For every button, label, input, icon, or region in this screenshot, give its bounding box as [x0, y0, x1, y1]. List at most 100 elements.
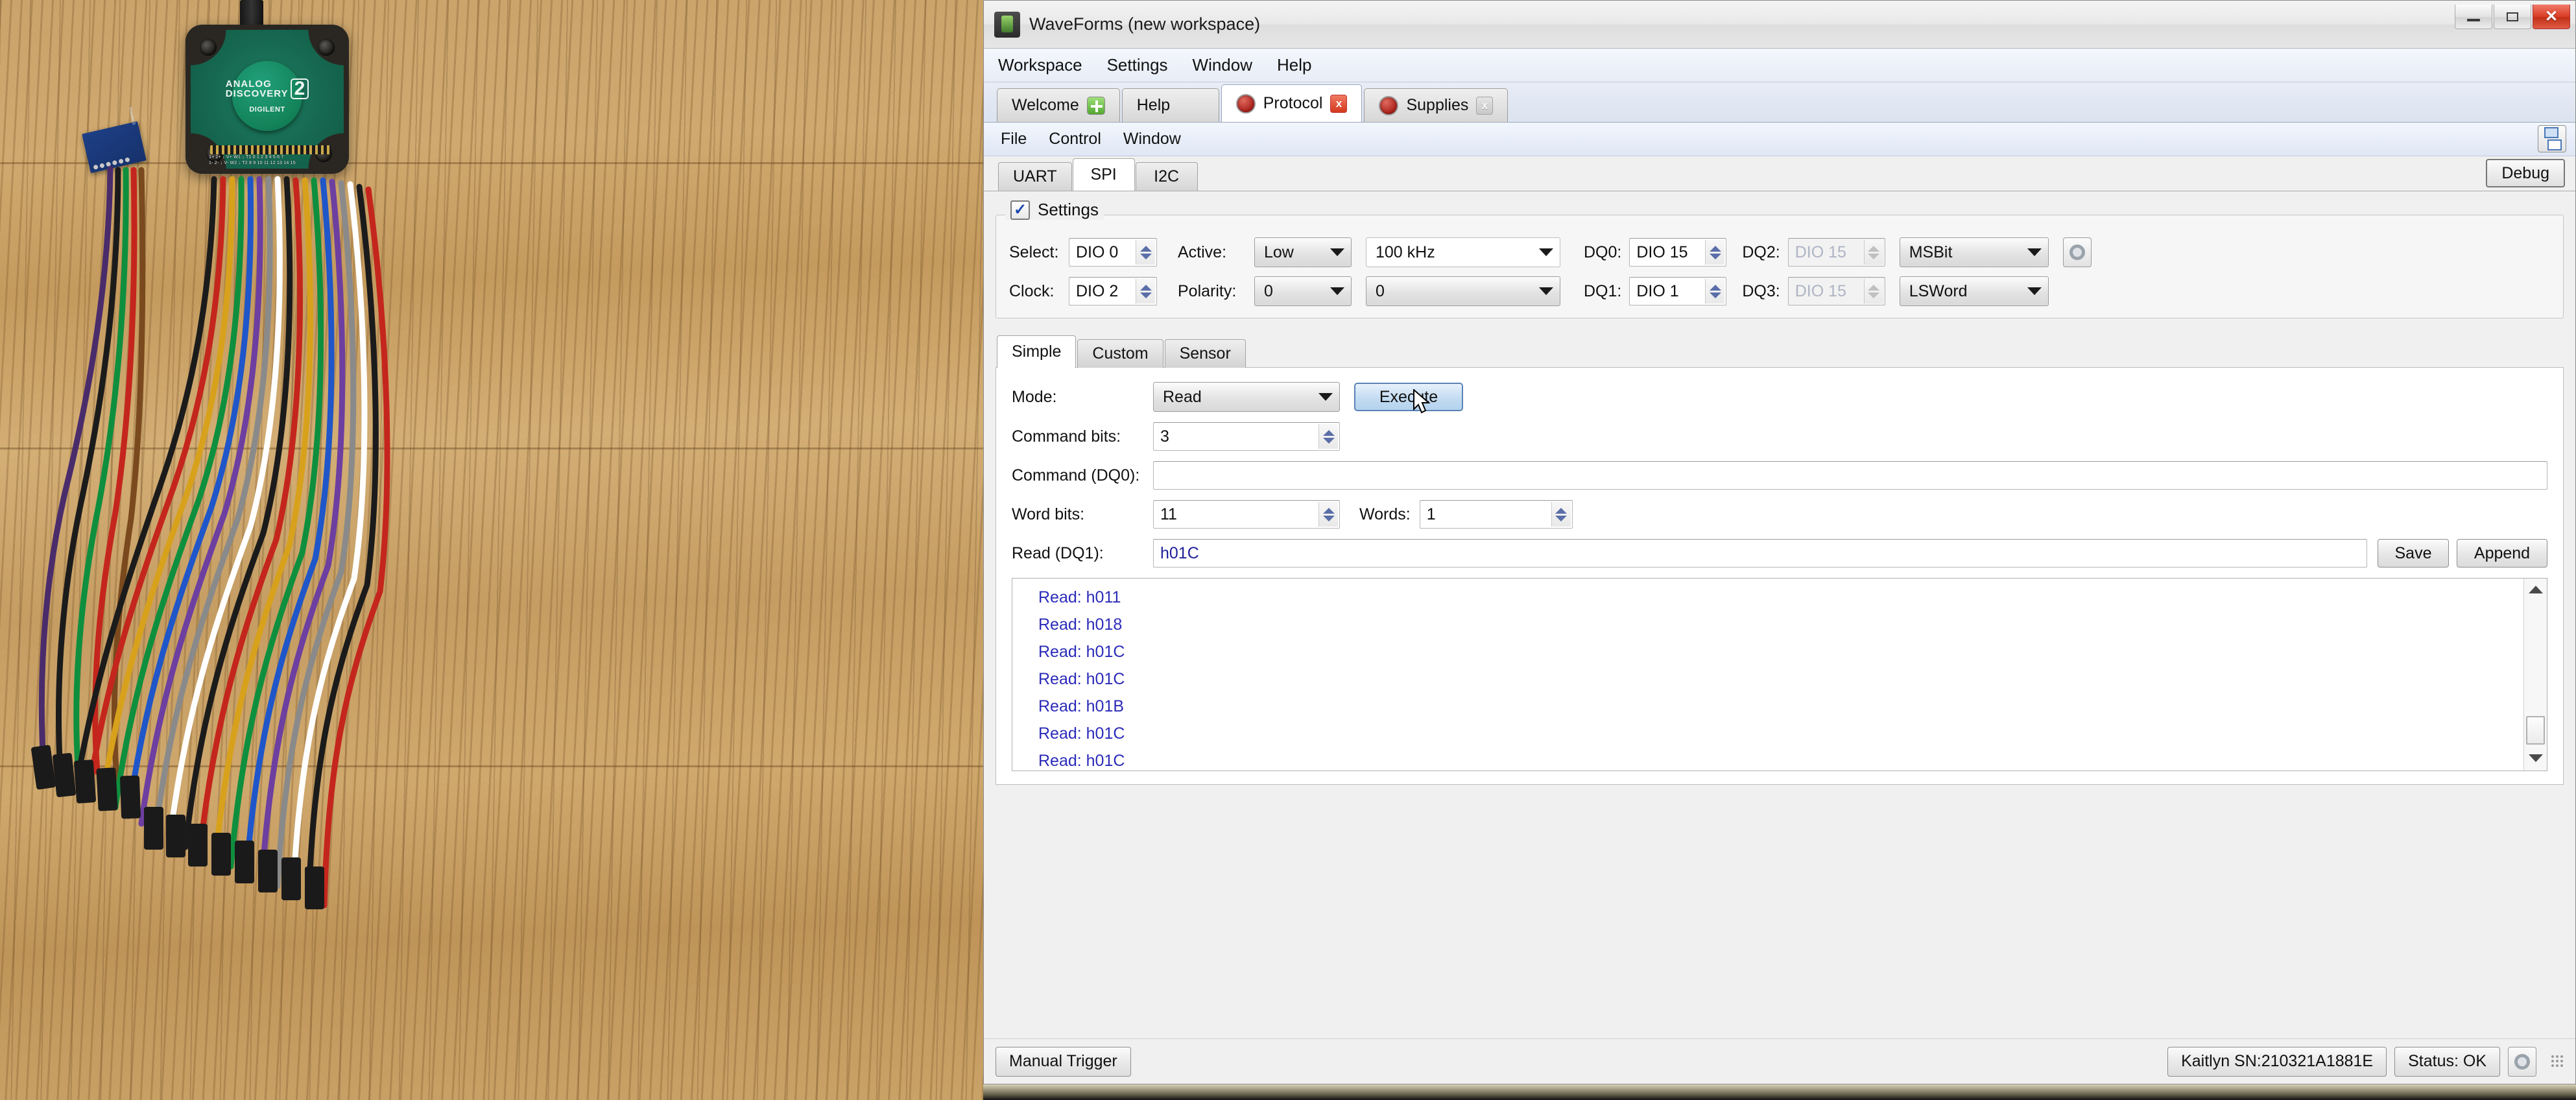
minimize-button[interactable] — [2455, 5, 2492, 29]
chevron-down-icon — [1330, 287, 1344, 295]
menu-workspace[interactable]: Workspace — [998, 55, 1082, 75]
settings-group: ✓ Settings Select: DIO 0 Active: Low — [996, 215, 2564, 318]
active-combo[interactable]: Low — [1254, 237, 1352, 267]
dq3-value: DIO 15 — [1795, 282, 1846, 301]
chevron-down-icon — [1539, 248, 1553, 256]
settings-checkbox[interactable]: ✓ — [1010, 200, 1030, 220]
restore-window-icon[interactable] — [2538, 125, 2566, 152]
waveforms-logo-icon — [994, 12, 1020, 38]
protocol-body: ✓ Settings Select: DIO 0 Active: Low — [984, 191, 2575, 1038]
phase-value: 0 — [1376, 282, 1385, 301]
mode-combo[interactable]: Read — [1153, 382, 1340, 412]
close-icon[interactable]: x — [1330, 95, 1347, 113]
menu-file[interactable]: File — [1001, 130, 1027, 149]
scroll-up-arrow-icon[interactable] — [2524, 579, 2547, 601]
menu-control[interactable]: Control — [1049, 130, 1101, 149]
manual-trigger-button[interactable]: Manual Trigger — [996, 1047, 1131, 1077]
dq1-spinner[interactable]: DIO 1 — [1629, 277, 1726, 305]
word-bits-spinner[interactable]: 11 — [1153, 500, 1340, 529]
list-item: Read: h01C — [1038, 747, 2523, 771]
words-value: 1 — [1427, 505, 1436, 524]
list-item: Read: h011 — [1038, 584, 2523, 611]
execute-button[interactable]: Execute — [1354, 383, 1463, 411]
polarity-combo[interactable]: 0 — [1254, 276, 1352, 306]
menu-window[interactable]: Window — [1193, 55, 1252, 75]
select-value: DIO 0 — [1076, 243, 1118, 262]
tab-custom[interactable]: Custom — [1077, 339, 1163, 368]
dq2-value: DIO 15 — [1795, 243, 1846, 262]
dq0-label: DQ0: — [1584, 243, 1621, 262]
chevron-down-icon — [2027, 248, 2042, 256]
tab-spi[interactable]: SPI — [1073, 158, 1135, 191]
tab-welcome[interactable]: Welcome — [997, 88, 1120, 122]
screenshot-root: ANALOG DISCOVERY 2 DIGILENT 1+ 2+ ↓ V+ W… — [0, 0, 2576, 1100]
window-title: WaveForms (new workspace) — [1029, 14, 1260, 34]
settings-row-1: Select: DIO 0 Active: Low 100 kHz — [1009, 237, 2550, 267]
close-icon[interactable]: x — [1476, 97, 1493, 115]
list-item: Read: h01C — [1038, 720, 2523, 747]
command-bits-value: 3 — [1160, 427, 1169, 446]
debug-button[interactable]: Debug — [2486, 159, 2565, 187]
read-log-list[interactable]: Read: h011 Read: h018 Read: h01C Read: h… — [1012, 578, 2547, 771]
maximize-button[interactable] — [2494, 5, 2531, 29]
simple-panel: Mode: Read Execute Comm — [996, 367, 2564, 785]
desk-strip — [983, 1084, 2576, 1100]
read-dq1-row: Read (DQ1): h01C Save Append — [1012, 539, 2547, 568]
gear-icon[interactable] — [2508, 1047, 2536, 1077]
phase-combo[interactable]: 0 — [1366, 276, 1560, 306]
dq2-spinner[interactable]: DIO 15 — [1788, 238, 1885, 267]
clock-spinner[interactable]: DIO 2 — [1069, 277, 1157, 305]
list-item: Read: h01B — [1038, 693, 2523, 720]
command-dq0-input[interactable] — [1153, 461, 2547, 490]
dq3-spinner[interactable]: DIO 15 — [1788, 277, 1885, 305]
close-button[interactable]: ✕ — [2533, 5, 2570, 29]
gear-icon[interactable] — [2063, 237, 2092, 267]
words-spinner[interactable]: 1 — [1420, 500, 1573, 529]
menu-help[interactable]: Help — [1277, 55, 1311, 75]
tab-uart[interactable]: UART — [998, 162, 1072, 191]
dq0-spinner[interactable]: DIO 15 — [1629, 238, 1726, 267]
append-button[interactable]: Append — [2457, 539, 2547, 568]
command-dq0-label: Command (DQ0): — [1012, 466, 1153, 485]
mouse-cursor-icon — [1413, 389, 1432, 416]
tab-i2c[interactable]: I2C — [1136, 162, 1198, 191]
instrument-tab-strip: Welcome Help Protocol x Supplies x — [984, 82, 2575, 123]
tab-supplies-label: Supplies — [1406, 96, 1468, 115]
scroll-down-arrow-icon[interactable] — [2524, 747, 2547, 769]
word-order-combo[interactable]: LSWord — [1900, 276, 2049, 306]
menu-settings[interactable]: Settings — [1107, 55, 1168, 75]
list-item: Read: h01C — [1038, 638, 2523, 665]
scrollbar-thumb[interactable] — [2526, 716, 2545, 745]
save-button[interactable]: Save — [2378, 539, 2449, 568]
resize-grip[interactable] — [2551, 1055, 2565, 1069]
chevron-down-icon — [1318, 393, 1333, 401]
tab-simple[interactable]: Simple — [997, 335, 1076, 368]
tab-protocol[interactable]: Protocol x — [1221, 84, 1363, 122]
word-order-value: LSWord — [1909, 282, 1968, 301]
frequency-combo[interactable]: 100 kHz — [1366, 237, 1560, 267]
plus-icon[interactable] — [1087, 97, 1105, 115]
tab-help[interactable]: Help — [1122, 88, 1219, 122]
log-scrollbar[interactable] — [2523, 579, 2547, 771]
dq1-label: DQ1: — [1584, 282, 1621, 301]
status-right-group: Kaitlyn SN:210321A1881E Status: OK — [2167, 1047, 2565, 1077]
word-bits-value: 11 — [1160, 505, 1177, 524]
tab-welcome-label: Welcome — [1012, 96, 1079, 115]
settings-legend: ✓ Settings — [1005, 200, 1104, 220]
window-controls: ✕ — [2453, 5, 2570, 29]
read-dq1-value: h01C — [1160, 544, 1199, 563]
command-bits-spinner[interactable]: 3 — [1153, 422, 1340, 451]
status-badge[interactable]: Status: OK — [2394, 1047, 2500, 1077]
bit-order-combo[interactable]: MSBit — [1900, 237, 2049, 267]
tab-sensor[interactable]: Sensor — [1165, 339, 1246, 368]
read-dq1-input[interactable]: h01C — [1153, 539, 2367, 568]
tab-supplies[interactable]: Supplies x — [1364, 88, 1508, 122]
dq0-value: DIO 15 — [1636, 243, 1688, 262]
mode-label: Mode: — [1012, 388, 1153, 407]
dq3-label: DQ3: — [1742, 282, 1780, 301]
command-bits-row: Command bits: 3 — [1012, 422, 2547, 451]
menu-window-inner[interactable]: Window — [1123, 130, 1181, 149]
select-spinner[interactable]: DIO 0 — [1069, 238, 1157, 267]
active-label: Active: — [1178, 243, 1254, 262]
device-badge[interactable]: Kaitlyn SN:210321A1881E — [2167, 1047, 2387, 1077]
